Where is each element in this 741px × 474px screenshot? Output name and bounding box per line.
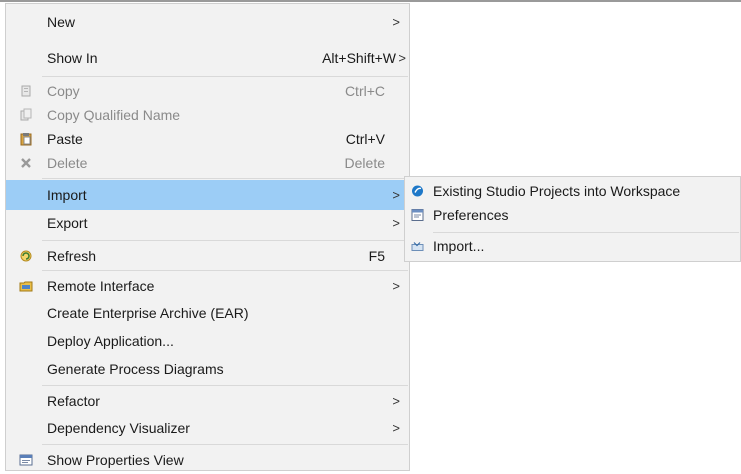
menu-item-delete[interactable]: Delete Delete bbox=[6, 149, 409, 177]
submenu-separator bbox=[433, 232, 739, 233]
menu-separator bbox=[42, 178, 408, 179]
submenu-arrow-icon: > bbox=[392, 393, 400, 409]
menu-item-label: Show Properties View bbox=[47, 452, 184, 468]
menu-item-refactor[interactable]: Refactor > bbox=[6, 387, 409, 415]
menu-item-shortcut: Ctrl+V bbox=[345, 131, 385, 147]
menu-item-label: Show In bbox=[47, 50, 98, 66]
menu-item-label: Import bbox=[47, 187, 87, 203]
menu-separator bbox=[42, 270, 408, 271]
submenu-item-preferences[interactable]: Preferences bbox=[405, 203, 740, 227]
import-submenu: Existing Studio Projects into Workspace … bbox=[404, 176, 741, 262]
menu-item-show-in[interactable]: Show In Alt+Shift+W > bbox=[6, 44, 409, 72]
menu-item-create-ear[interactable]: Create Enterprise Archive (EAR) bbox=[6, 299, 409, 327]
window-top-border bbox=[0, 0, 741, 2]
submenu-arrow-icon: > bbox=[392, 215, 400, 231]
delete-icon bbox=[19, 156, 33, 170]
menu-item-label: Deploy Application... bbox=[47, 333, 174, 349]
menu-item-shortcut: Ctrl+C bbox=[344, 83, 385, 99]
menu-item-remote-interface[interactable]: Remote Interface > bbox=[6, 272, 409, 300]
menu-item-label: Paste bbox=[47, 131, 83, 147]
copy-qualified-name-icon bbox=[19, 108, 33, 122]
menu-item-label: Delete bbox=[47, 155, 88, 171]
submenu-arrow-icon: > bbox=[392, 14, 400, 30]
import-wizard-icon bbox=[411, 240, 424, 253]
context-menu: New > Show In Alt+Shift+W > Copy Ctrl+C … bbox=[5, 3, 410, 471]
submenu-item-existing-studio-projects[interactable]: Existing Studio Projects into Workspace bbox=[405, 179, 740, 203]
menu-item-label: Create Enterprise Archive (EAR) bbox=[47, 305, 249, 321]
menu-item-label: Dependency Visualizer bbox=[47, 420, 190, 436]
menu-item-label: Generate Process Diagrams bbox=[47, 361, 224, 377]
menu-item-label: Copy bbox=[47, 83, 80, 99]
submenu-item-label: Existing Studio Projects into Workspace bbox=[433, 183, 681, 199]
menu-item-export[interactable]: Export > bbox=[6, 209, 409, 237]
submenu-item-label: Import... bbox=[433, 238, 485, 254]
refresh-icon bbox=[19, 249, 33, 263]
menu-item-label: Refresh bbox=[47, 248, 97, 264]
menu-item-dependency-visualizer[interactable]: Dependency Visualizer > bbox=[6, 414, 409, 442]
menu-separator bbox=[42, 385, 408, 386]
copy-icon bbox=[19, 84, 33, 98]
submenu-arrow-icon: > bbox=[392, 420, 400, 436]
properties-view-icon bbox=[19, 453, 33, 467]
menu-item-refresh[interactable]: Refresh F5 bbox=[6, 242, 409, 270]
menu-item-label: Remote Interface bbox=[47, 278, 155, 294]
menu-separator bbox=[42, 240, 408, 241]
submenu-item-label: Preferences bbox=[433, 207, 509, 223]
submenu-arrow-icon: > bbox=[392, 187, 400, 203]
menu-item-shortcut: Alt+Shift+W bbox=[322, 50, 396, 66]
remote-interface-icon bbox=[19, 279, 33, 293]
paste-icon bbox=[19, 132, 33, 146]
menu-item-label: Export bbox=[47, 215, 88, 231]
menu-item-new[interactable]: New > bbox=[6, 8, 409, 36]
submenu-arrow-icon: > bbox=[392, 278, 400, 294]
submenu-item-import-wizard[interactable]: Import... bbox=[405, 234, 740, 258]
submenu-arrow-icon: > bbox=[398, 50, 406, 66]
menu-item-label: Copy Qualified Name bbox=[47, 107, 181, 123]
menu-item-deploy-application[interactable]: Deploy Application... bbox=[6, 327, 409, 355]
menu-item-label: Refactor bbox=[47, 393, 100, 409]
menu-item-shortcut: Delete bbox=[344, 155, 385, 171]
menu-item-import[interactable]: Import > bbox=[6, 180, 409, 210]
studio-project-icon bbox=[411, 185, 424, 198]
menu-item-label: New bbox=[47, 14, 76, 30]
menu-item-shortcut: F5 bbox=[368, 248, 385, 264]
preferences-icon bbox=[411, 209, 424, 222]
menu-item-show-properties-view[interactable]: Show Properties View bbox=[6, 446, 409, 474]
menu-separator bbox=[42, 444, 408, 445]
menu-item-generate-process-diagrams[interactable]: Generate Process Diagrams bbox=[6, 355, 409, 383]
